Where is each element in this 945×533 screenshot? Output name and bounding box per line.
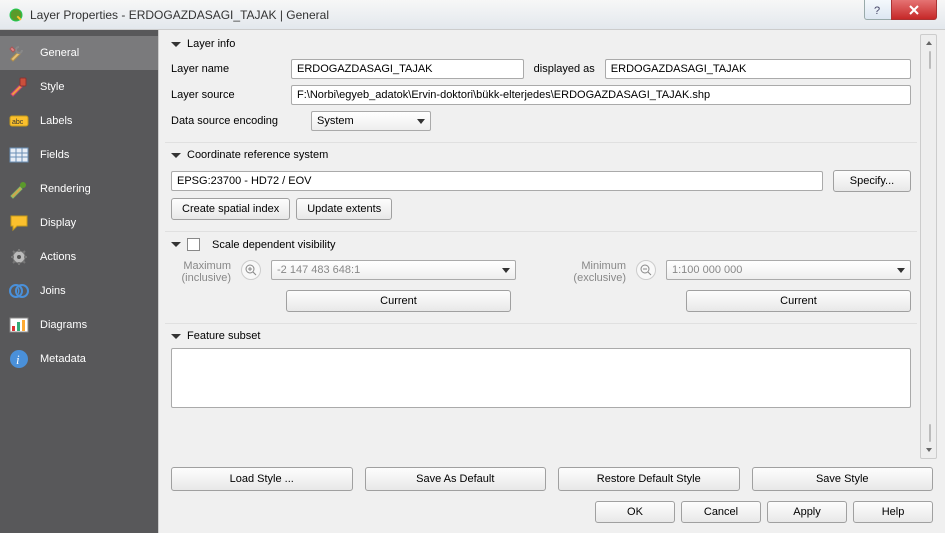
update-extents-button[interactable]: Update extents bbox=[296, 198, 392, 220]
apply-button[interactable]: Apply bbox=[767, 501, 847, 523]
save-default-button[interactable]: Save As Default bbox=[365, 467, 547, 491]
main-panel: Layer info Layer name displayed as Layer… bbox=[158, 30, 945, 533]
table-icon bbox=[8, 144, 30, 166]
zoom-out-icon[interactable] bbox=[636, 260, 656, 280]
wrench-icon bbox=[8, 42, 30, 64]
speech-icon bbox=[8, 212, 30, 234]
window-close-button[interactable] bbox=[891, 0, 937, 20]
sidebar-item-label: Style bbox=[40, 81, 64, 93]
scrollbar-thumb[interactable] bbox=[929, 424, 931, 442]
sidebar-item-diagrams[interactable]: Diagrams bbox=[0, 308, 158, 342]
sidebar-item-fields[interactable]: Fields bbox=[0, 138, 158, 172]
collapse-triangle-icon[interactable] bbox=[171, 42, 181, 47]
help-button[interactable]: Help bbox=[853, 501, 933, 523]
specify-button[interactable]: Specify... bbox=[833, 170, 911, 192]
feature-subset-textarea[interactable] bbox=[171, 348, 911, 408]
layer-name-label: Layer name bbox=[171, 63, 281, 75]
svg-text:abc: abc bbox=[12, 119, 24, 126]
group-scale: Scale dependent visibility Maximum (incl… bbox=[165, 232, 917, 324]
min-label-b: (exclusive) bbox=[566, 272, 626, 284]
chart-icon bbox=[8, 314, 30, 336]
svg-text:?: ? bbox=[874, 5, 880, 16]
scrollbar-thumb[interactable] bbox=[929, 51, 931, 69]
sidebar-item-label: General bbox=[40, 47, 79, 59]
max-scale-combo[interactable]: -2 147 483 648:1 bbox=[271, 260, 516, 280]
brush-icon bbox=[8, 76, 30, 98]
group-layer-info: Layer info Layer name displayed as Layer… bbox=[165, 32, 917, 143]
sidebar-item-label: Display bbox=[40, 217, 76, 229]
sidebar-item-label: Joins bbox=[40, 285, 66, 297]
collapse-triangle-icon[interactable] bbox=[171, 334, 181, 339]
vertical-scrollbar[interactable] bbox=[920, 34, 937, 459]
info-icon: i bbox=[8, 348, 30, 370]
group-title: Feature subset bbox=[187, 330, 260, 342]
group-feature-subset: Feature subset bbox=[165, 324, 917, 419]
sidebar: General Style abc Labels Fields Renderin… bbox=[0, 30, 158, 533]
min-label-a: Minimum bbox=[566, 260, 626, 272]
sidebar-item-display[interactable]: Display bbox=[0, 206, 158, 240]
zoom-in-icon[interactable] bbox=[241, 260, 261, 280]
displayed-as-label: displayed as bbox=[534, 63, 595, 75]
cancel-button[interactable]: Cancel bbox=[681, 501, 761, 523]
join-icon bbox=[8, 280, 30, 302]
load-style-button[interactable]: Load Style ... bbox=[171, 467, 353, 491]
collapse-triangle-icon[interactable] bbox=[171, 242, 181, 247]
scale-visibility-checkbox[interactable] bbox=[187, 238, 200, 251]
window-title: Layer Properties - ERDOGAZDASAGI_TAJAK |… bbox=[30, 8, 329, 22]
encoding-label: Data source encoding bbox=[171, 115, 301, 127]
sidebar-item-label: Actions bbox=[40, 251, 76, 263]
style-button-row: Load Style ... Save As Default Restore D… bbox=[165, 461, 939, 499]
sidebar-item-label: Rendering bbox=[40, 183, 91, 195]
group-title: Coordinate reference system bbox=[187, 149, 328, 161]
current-max-button[interactable]: Current bbox=[286, 290, 511, 312]
ok-button[interactable]: OK bbox=[595, 501, 675, 523]
window-help-button[interactable]: ? bbox=[864, 0, 892, 20]
collapse-triangle-icon[interactable] bbox=[171, 153, 181, 158]
max-label-b: (inclusive) bbox=[171, 272, 231, 284]
displayed-as-input[interactable] bbox=[605, 59, 911, 79]
chevron-down-icon bbox=[502, 268, 510, 273]
gear-icon bbox=[8, 246, 30, 268]
scroll-down-arrow-icon[interactable] bbox=[921, 442, 936, 458]
group-crs: Coordinate reference system Specify... C… bbox=[165, 143, 917, 232]
sidebar-item-label: Metadata bbox=[40, 353, 86, 365]
sidebar-item-actions[interactable]: Actions bbox=[0, 240, 158, 274]
max-scale-value: -2 147 483 648:1 bbox=[277, 264, 360, 276]
sidebar-item-label: Fields bbox=[40, 149, 69, 161]
group-title: Scale dependent visibility bbox=[212, 239, 336, 251]
min-scale-value: 1:100 000 000 bbox=[672, 264, 742, 276]
save-style-button[interactable]: Save Style bbox=[752, 467, 934, 491]
encoding-combo[interactable]: System bbox=[311, 111, 431, 131]
sidebar-item-style[interactable]: Style bbox=[0, 70, 158, 104]
chevron-down-icon bbox=[897, 268, 905, 273]
save-style-label: Save Style bbox=[816, 473, 869, 485]
layer-source-label: Layer source bbox=[171, 89, 281, 101]
sidebar-item-joins[interactable]: Joins bbox=[0, 274, 158, 308]
sidebar-item-rendering[interactable]: Rendering bbox=[0, 172, 158, 206]
dialog-button-row: OK Cancel Apply Help bbox=[165, 499, 939, 529]
sidebar-item-label: Labels bbox=[40, 115, 72, 127]
layer-name-input[interactable] bbox=[291, 59, 524, 79]
qgis-icon bbox=[8, 7, 24, 23]
sidebar-item-labels[interactable]: abc Labels bbox=[0, 104, 158, 138]
layer-source-input[interactable] bbox=[291, 85, 911, 105]
sidebar-item-metadata[interactable]: i Metadata bbox=[0, 342, 158, 376]
sidebar-item-general[interactable]: General bbox=[0, 36, 158, 70]
restore-default-button[interactable]: Restore Default Style bbox=[558, 467, 740, 491]
create-spatial-index-button[interactable]: Create spatial index bbox=[171, 198, 290, 220]
min-scale-combo[interactable]: 1:100 000 000 bbox=[666, 260, 911, 280]
current-min-button[interactable]: Current bbox=[686, 290, 911, 312]
titlebar: Layer Properties - ERDOGAZDASAGI_TAJAK |… bbox=[0, 0, 945, 30]
window-buttons: ? bbox=[865, 0, 937, 20]
max-label-a: Maximum bbox=[171, 260, 231, 272]
label-icon: abc bbox=[8, 110, 30, 132]
paintbrush-icon bbox=[8, 178, 30, 200]
group-title: Layer info bbox=[187, 38, 235, 50]
scroll-up-arrow-icon[interactable] bbox=[921, 35, 936, 51]
chevron-down-icon bbox=[417, 119, 425, 124]
sidebar-item-label: Diagrams bbox=[40, 319, 87, 331]
svg-text:i: i bbox=[16, 352, 20, 367]
crs-input[interactable] bbox=[171, 171, 823, 191]
encoding-value: System bbox=[317, 115, 354, 127]
